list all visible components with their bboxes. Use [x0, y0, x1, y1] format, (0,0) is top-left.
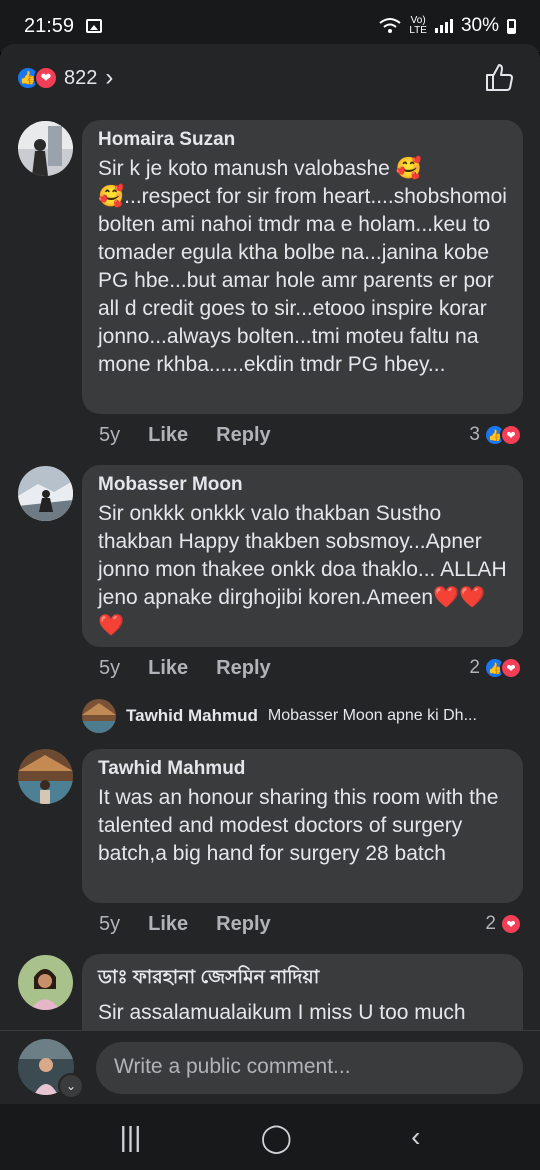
comment-time: 5y	[99, 657, 121, 679]
chevron-right-icon: ›	[105, 64, 114, 91]
comment-reaction-count: 3	[469, 424, 480, 445]
love-icon: ❤	[500, 424, 522, 446]
status-time: 21:59	[24, 14, 75, 37]
comment-actions: 5y Like Reply	[99, 913, 271, 936]
reply-author[interactable]: Tawhid Mahmud	[126, 706, 258, 726]
comment-actions: 5y Like Reply	[99, 657, 271, 680]
reaction-count: 822	[64, 66, 98, 89]
comment-bubble[interactable]: Homaira Suzan Sir k je koto manush valob…	[82, 120, 523, 414]
avatar[interactable]	[18, 955, 73, 1010]
like-button[interactable]: Like	[148, 657, 188, 680]
avatar[interactable]	[82, 699, 116, 733]
reply-preview[interactable]: Tawhid Mahmud Mobasser Moon apne ki Dh..…	[82, 699, 477, 733]
avatar[interactable]	[18, 749, 73, 804]
back-icon[interactable]: ‹	[411, 1121, 420, 1153]
signal-icon	[434, 19, 453, 33]
chevron-down-icon[interactable]: ⌄	[58, 1073, 84, 1099]
status-right: Vo) LTE 30%	[379, 15, 516, 37]
comment-author[interactable]: Mobasser Moon	[98, 474, 507, 496]
like-button[interactable]: Like	[148, 424, 188, 447]
battery-icon	[507, 18, 516, 34]
comment-input[interactable]: Write a public comment...	[96, 1042, 523, 1094]
comment-author[interactable]: Tawhid Mahmud	[98, 758, 507, 780]
reply-button[interactable]: Reply	[216, 913, 270, 936]
avatar[interactable]	[18, 466, 73, 521]
recent-apps-icon[interactable]: |||	[120, 1121, 142, 1153]
network-type: Vo) LTE	[409, 15, 427, 36]
reply-button[interactable]: Reply	[216, 424, 270, 447]
love-icon: ❤	[500, 657, 522, 679]
comment-text: Sir assalamualaikum I miss U too much	[98, 1001, 466, 1024]
comment-bubble[interactable]: ডাঃ ফারহানা জেসমিন নাদিয়া Sir assalamua…	[82, 954, 523, 1030]
home-icon[interactable]: ◯	[261, 1121, 292, 1154]
reply-button[interactable]: Reply	[216, 657, 270, 680]
comment-text: Sir onkkk onkkk valo thakban Sustho thak…	[98, 502, 507, 637]
comment-author[interactable]: ডাঃ ফারহানা জেসমিন নাদিয়া	[98, 963, 507, 995]
avatar[interactable]	[18, 121, 73, 176]
love-icon: ❤	[500, 913, 522, 935]
comment-reaction-count: 2	[485, 913, 496, 934]
comment-text: Sir k je koto manush valobashe 🥰 🥰...res…	[98, 157, 507, 376]
comment-composer: ⌄ Write a public comment...	[0, 1030, 540, 1104]
comment-actions: 5y Like Reply	[99, 424, 271, 447]
system-nav-bar: ||| ◯ ‹	[0, 1104, 540, 1170]
reaction-summary[interactable]: 👍 ❤ 822 ›	[16, 64, 113, 92]
love-icon: ❤	[34, 66, 58, 90]
comment-reaction-count: 2	[469, 657, 480, 678]
comment-bubble[interactable]: Mobasser Moon Sir onkkk onkkk valo thakb…	[82, 465, 523, 647]
comment-author[interactable]: Homaira Suzan	[98, 129, 507, 151]
comment-time: 5y	[99, 424, 121, 446]
like-button[interactable]: Like	[148, 913, 188, 936]
comment-reactions[interactable]: 2 ❤	[485, 913, 522, 935]
reply-text: Mobasser Moon apne ki Dh...	[267, 707, 477, 724]
comments-sheet: 👍 ❤ 822 › Homaira Suzan Sir k je koto ma…	[0, 44, 540, 1030]
wifi-icon	[379, 18, 401, 33]
battery-percent: 30%	[460, 15, 499, 36]
thumbs-up-outline-icon[interactable]	[484, 62, 514, 92]
comment-reactions[interactable]: 3 👍 ❤	[469, 424, 522, 446]
comment-reactions[interactable]: 2 👍 ❤	[469, 657, 522, 679]
gallery-icon	[86, 19, 103, 33]
comment-bubble[interactable]: Tawhid Mahmud It was an honour sharing t…	[82, 749, 523, 903]
comment-time: 5y	[99, 913, 121, 935]
comment-text: It was an honour sharing this room with …	[98, 786, 499, 865]
